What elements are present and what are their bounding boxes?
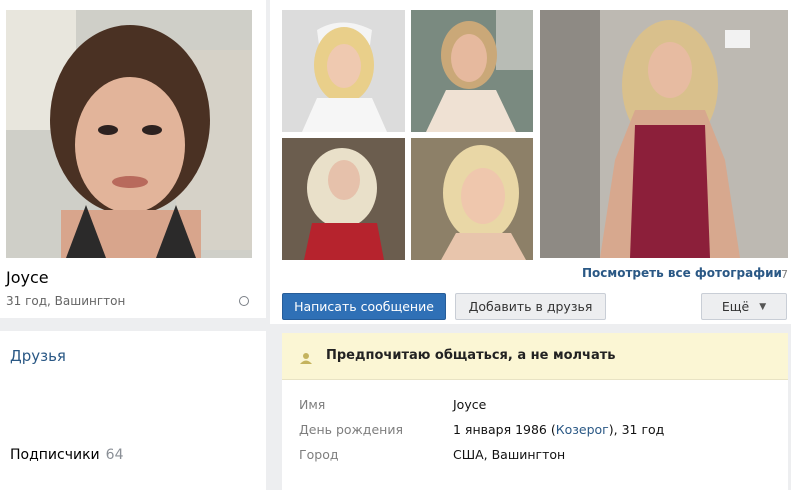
zodiac-link[interactable]: Козерог [556,422,609,437]
info-city-label: Город [299,447,339,462]
profile-subtitle: 31 год, Вашингтон [6,294,126,308]
friends-link[interactable]: Друзья [10,347,66,365]
photo-thumbnail[interactable] [282,10,405,132]
view-all-photos-link[interactable]: Посмотреть все фотографии [582,266,782,280]
send-message-button[interactable]: Написать сообщение [282,293,446,320]
info-birthday-label: День рождения [299,422,403,437]
info-name-value: Joyce [453,397,487,412]
offline-status-icon [239,296,249,306]
info-name-label: Имя [299,397,326,412]
profile-name: Joyce [6,268,49,287]
photo-thumbnail[interactable] [411,138,533,260]
photos-count: 7 [781,268,788,281]
subscribers-link[interactable]: Подписчики 64 [10,447,123,463]
photo-thumbnail[interactable] [282,138,405,260]
birthday-date: 1 января 1986 ( [453,422,556,437]
info-city-value: США, Вашингтон [453,447,566,462]
more-button[interactable]: Ещё ▼ [701,293,787,320]
info-birthday-value: 1 января 1986 (Козерог), 31 год [453,422,664,437]
photo-thumbnail[interactable] [411,10,533,132]
more-button-label: Ещё [721,299,750,314]
user-icon [300,349,312,364]
add-friend-button[interactable]: Добавить в друзья [455,293,606,320]
subscribers-count: 64 [105,447,124,463]
birthday-age: ), 31 год [608,422,665,437]
chevron-down-icon: ▼ [759,301,767,312]
avatar[interactable] [6,10,252,258]
status-text: Предпочитаю общаться, а не молчать [326,348,616,363]
subscribers-label: Подписчики [10,447,100,463]
photo-main[interactable] [540,10,788,258]
